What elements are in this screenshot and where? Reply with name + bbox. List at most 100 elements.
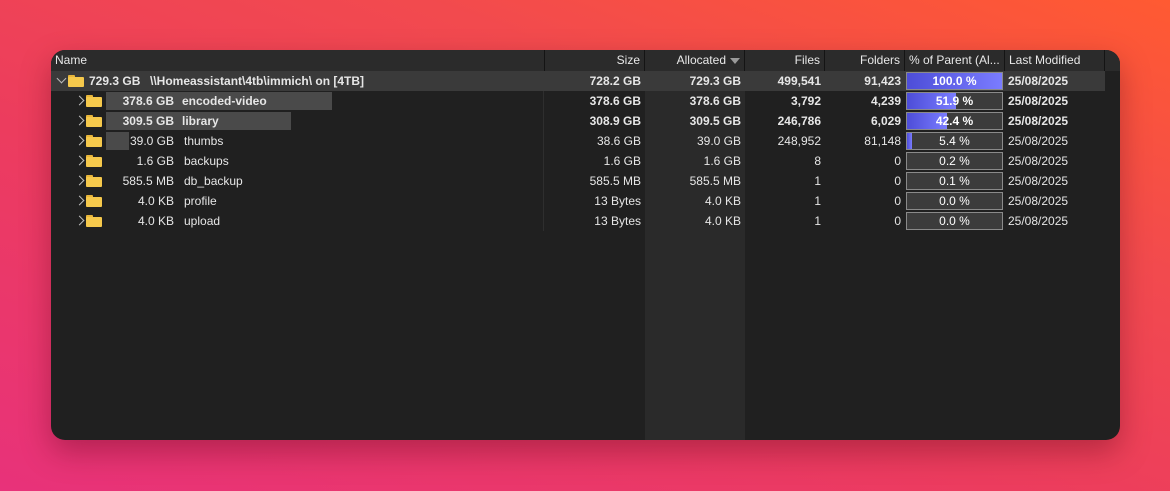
header-files[interactable]: Files — [745, 50, 825, 71]
folders-value: 91,423 — [864, 74, 901, 88]
modified-value: 25/08/2025 — [1008, 174, 1069, 188]
folder-name: \\Homeassistant\4tb\immich\ on [4TB] — [150, 74, 365, 88]
folder-name: profile — [184, 194, 217, 208]
size-value: 13 Bytes — [594, 214, 641, 228]
header-percent[interactable]: % of Parent (Al... — [905, 50, 1005, 71]
size-value: 38.6 GB — [596, 134, 641, 148]
allocated-value: 4.0 KB — [704, 194, 741, 208]
percent-bar: 0.0 % — [906, 192, 1003, 210]
modified-value: 25/08/2025 — [1008, 194, 1069, 208]
percent-bar: 0.0 % — [906, 212, 1003, 230]
tree-size-window: Name Size Allocated Files Folders % of P… — [51, 50, 1120, 440]
allocated-value: 39.0 GB — [696, 134, 741, 148]
chevron-right-icon[interactable] — [74, 155, 85, 166]
files-value: 246,786 — [777, 114, 821, 128]
percent-bar: 0.1 % — [906, 172, 1003, 190]
header-size[interactable]: Size — [545, 50, 645, 71]
chevron-right-icon[interactable] — [74, 135, 85, 146]
header-name[interactable]: Name — [51, 50, 545, 71]
allocated-value: 1.6 GB — [703, 154, 741, 168]
files-value: 1 — [814, 174, 821, 188]
header-allocated[interactable]: Allocated — [645, 50, 745, 71]
folders-value: 0 — [894, 174, 901, 188]
sort-descending-icon — [730, 57, 740, 64]
size-value: 585.5 MB — [589, 174, 641, 188]
size-value: 378.6 GB — [589, 94, 641, 108]
percent-bar: 100.0 % — [906, 72, 1003, 90]
folders-value: 0 — [894, 154, 901, 168]
modified-value: 25/08/2025 — [1008, 114, 1069, 128]
size-bar-label: 4.0 KB — [137, 194, 174, 208]
size-value: 13 Bytes — [594, 194, 641, 208]
allocated-value: 585.5 MB — [689, 174, 741, 188]
size-bar-label: 378.6 GB — [122, 94, 174, 108]
folders-value: 81,148 — [864, 134, 901, 148]
tree-row[interactable]: 378.6 GB encoded-video 378.6 GB 378.6 GB 3,7… — [51, 91, 1120, 111]
files-value: 248,952 — [777, 134, 821, 148]
folder-icon — [86, 115, 102, 127]
chevron-right-icon[interactable] — [74, 95, 85, 106]
tree-row[interactable]: 4.0 KB upload 13 Bytes 4.0 KB 1 0 0.0 % 25/08… — [51, 211, 1120, 231]
folder-name: upload — [184, 214, 221, 228]
percent-bar: 51.9 % — [906, 92, 1003, 110]
percent-bar: 0.2 % — [906, 152, 1003, 170]
size-bar-label: 4.0 KB — [137, 214, 174, 228]
column-header-bar: Name Size Allocated Files Folders % of P… — [51, 50, 1120, 71]
allocated-value: 378.6 GB — [689, 94, 741, 108]
files-value: 3,792 — [790, 94, 821, 108]
tree-row[interactable]: 309.5 GB library 308.9 GB 309.5 GB 246,786 6,… — [51, 111, 1120, 131]
size-bar-label: 585.5 MB — [122, 174, 174, 188]
chevron-right-icon[interactable] — [74, 175, 85, 186]
folder-icon — [86, 195, 102, 207]
percent-bar: 5.4 % — [906, 132, 1003, 150]
files-value: 1 — [814, 214, 821, 228]
size-bar-label: 309.5 GB — [122, 114, 174, 128]
size-value: 1.6 GB — [603, 154, 641, 168]
folder-name: thumbs — [184, 134, 224, 148]
files-value: 1 — [814, 194, 821, 208]
percent-text: 42.4 % — [935, 114, 974, 128]
folder-name: backups — [184, 154, 229, 168]
allocated-value: 4.0 KB — [704, 214, 741, 228]
size-bar-label: 1.6 GB — [136, 154, 174, 168]
size-value: 308.9 GB — [589, 114, 641, 128]
folders-value: 4,239 — [870, 94, 901, 108]
size-bar-label: 729.3 GB — [89, 74, 141, 88]
files-value: 499,541 — [777, 74, 821, 88]
modified-value: 25/08/2025 — [1008, 74, 1069, 88]
chevron-right-icon[interactable] — [74, 195, 85, 206]
tree-row[interactable]: 4.0 KB profile 13 Bytes 4.0 KB 1 0 0.0 % 25/0… — [51, 191, 1120, 211]
files-value: 8 — [814, 154, 821, 168]
tree-root-row[interactable]: 729.3 GB \\Homeassistant\4tb\immich\ on [… — [51, 71, 1120, 91]
header-allocated-label: Allocated — [676, 53, 726, 67]
folder-icon — [86, 175, 102, 187]
tree-row[interactable]: 39.0 GB thumbs 38.6 GB 39.0 GB 248,952 81,148… — [51, 131, 1120, 151]
folder-icon — [86, 95, 102, 107]
percent-text: 0.0 % — [939, 194, 970, 208]
modified-value: 25/08/2025 — [1008, 154, 1069, 168]
folder-name: db_backup — [184, 174, 243, 188]
folder-icon — [86, 215, 102, 227]
header-folders[interactable]: Folders — [825, 50, 905, 71]
tree-row[interactable]: 585.5 MB db_backup 585.5 MB 585.5 MB 1 0 0.1 … — [51, 171, 1120, 191]
modified-value: 25/08/2025 — [1008, 94, 1069, 108]
percent-bar: 42.4 % — [906, 112, 1003, 130]
percent-text: 5.4 % — [939, 134, 970, 148]
folders-value: 0 — [894, 194, 901, 208]
allocated-value: 309.5 GB — [689, 114, 741, 128]
chevron-right-icon[interactable] — [74, 115, 85, 126]
size-bar-label: 39.0 GB — [129, 134, 174, 148]
size-value: 728.2 GB — [589, 74, 641, 88]
chevron-right-icon[interactable] — [74, 215, 85, 226]
folder-name: encoded-video — [182, 94, 267, 108]
modified-value: 25/08/2025 — [1008, 134, 1069, 148]
percent-text: 0.0 % — [939, 214, 970, 228]
folders-value: 0 — [894, 214, 901, 228]
folder-icon — [68, 75, 84, 87]
header-modified[interactable]: Last Modified — [1005, 50, 1105, 71]
tree-row[interactable]: 1.6 GB backups 1.6 GB 1.6 GB 8 0 0.2 % 25/08/… — [51, 151, 1120, 171]
percent-text: 100.0 % — [932, 74, 977, 88]
allocated-value: 729.3 GB — [689, 74, 741, 88]
modified-value: 25/08/2025 — [1008, 214, 1069, 228]
folder-icon — [86, 135, 102, 147]
